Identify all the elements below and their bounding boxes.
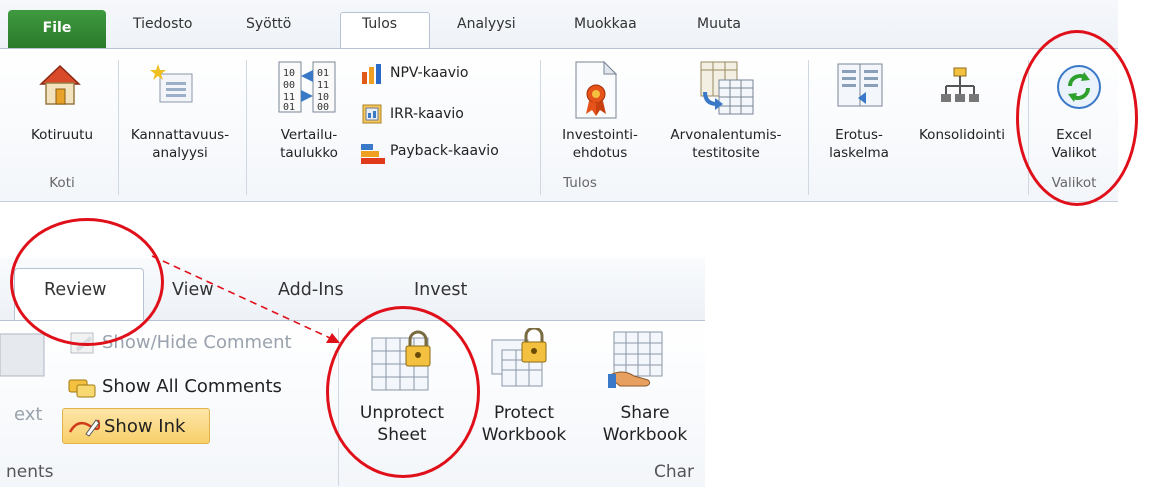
annotation-arrow: [151, 255, 340, 343]
